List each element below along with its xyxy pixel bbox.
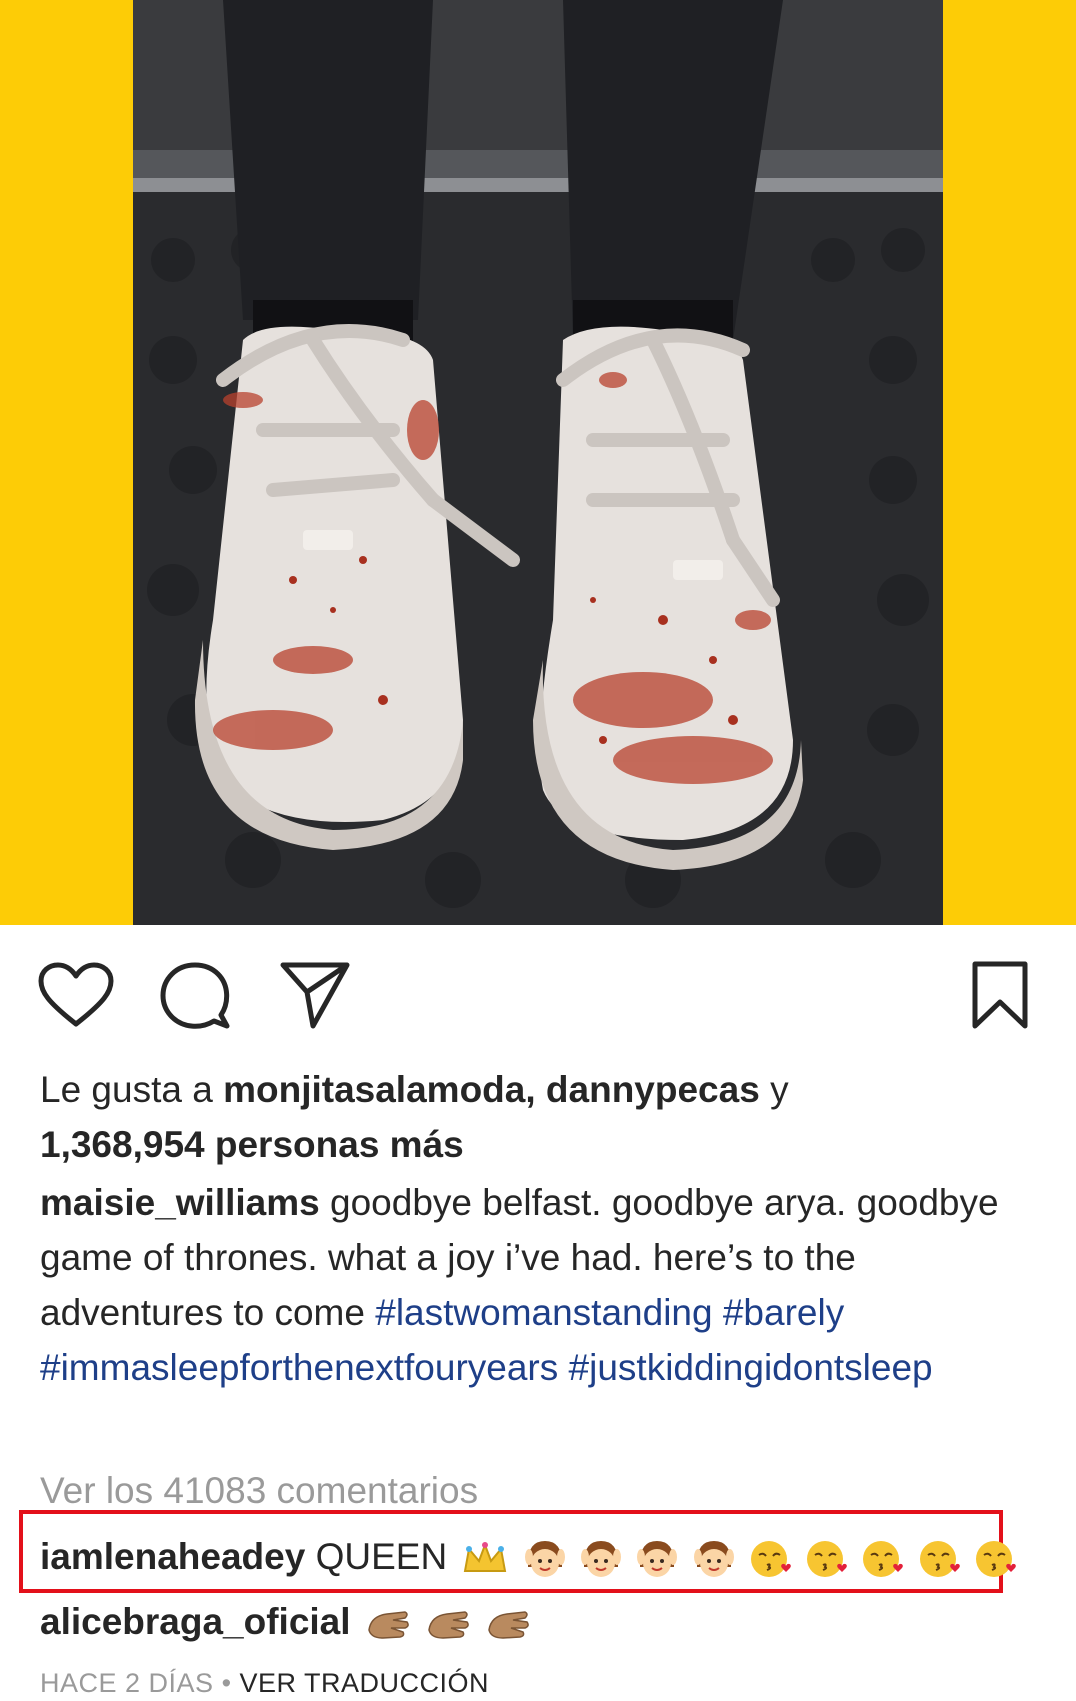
see-translation-link[interactable]: VER TRADUCCIÓN [240, 1668, 490, 1698]
post-caption: maisie_williams goodbye belfast. goodbye… [40, 1175, 1036, 1395]
hashtag[interactable]: #justkiddingidontsleep [569, 1347, 933, 1388]
person-face-emoji-icon [693, 1541, 734, 1578]
liker-username[interactable]: monjitasalamoda [223, 1069, 525, 1110]
person-face-emoji-icon [581, 1541, 622, 1578]
post-footer: HACE 2 DÍAS • VER TRADUCCIÓN [40, 1665, 489, 1701]
clapping-hands-emoji-icon [368, 1611, 409, 1639]
person-face-emoji-icon [637, 1541, 678, 1578]
likes-conjunction: y [759, 1069, 789, 1110]
hashtag[interactable]: #immasleepforthenextfouryears [40, 1347, 558, 1388]
likes-prefix: Le gusta a [40, 1069, 224, 1110]
heart-icon[interactable] [36, 945, 116, 1045]
kissing-face-emoji-icon [919, 1541, 960, 1578]
comment-text: QUEEN [305, 1536, 448, 1577]
hashtag[interactable]: #barely [723, 1292, 844, 1333]
comment-username[interactable]: alicebraga_oficial [40, 1601, 351, 1642]
post-action-bar [0, 945, 1076, 1045]
likes-separator: , [525, 1069, 546, 1110]
likes-count[interactable]: 1,368,954 personas más [40, 1124, 464, 1165]
comment-row: iamlenaheadey QUEEN [40, 1529, 1016, 1584]
liker-username[interactable]: dannypecas [546, 1069, 760, 1110]
footer-separator: • [213, 1668, 240, 1698]
post-timestamp: HACE 2 DÍAS [40, 1668, 214, 1698]
kissing-face-emoji-icon [750, 1541, 791, 1578]
paper-plane-icon[interactable] [275, 945, 355, 1045]
kissing-face-emoji-icon [807, 1541, 847, 1578]
comment-username[interactable]: iamlenaheadey [40, 1536, 305, 1577]
comment-bubble-icon[interactable] [155, 945, 235, 1045]
kissing-face-emoji-icon [975, 1541, 1016, 1578]
clapping-hands-emoji-icon [428, 1611, 469, 1639]
caption-username[interactable]: maisie_williams [40, 1182, 320, 1223]
bookmark-icon[interactable] [960, 945, 1040, 1045]
post-image-frame [0, 0, 1076, 925]
post-image[interactable] [133, 0, 943, 925]
kissing-face-emoji-icon [863, 1541, 904, 1578]
crown-emoji-icon [464, 1542, 507, 1573]
likes-summary: Le gusta a monjitasalamoda, dannypecas y… [40, 1062, 1036, 1172]
person-face-emoji-icon [524, 1541, 565, 1578]
comment-row: alicebraga_oficial [40, 1594, 531, 1649]
hashtag[interactable]: #lastwomanstanding [375, 1292, 712, 1333]
clapping-hands-emoji-icon [488, 1611, 530, 1639]
